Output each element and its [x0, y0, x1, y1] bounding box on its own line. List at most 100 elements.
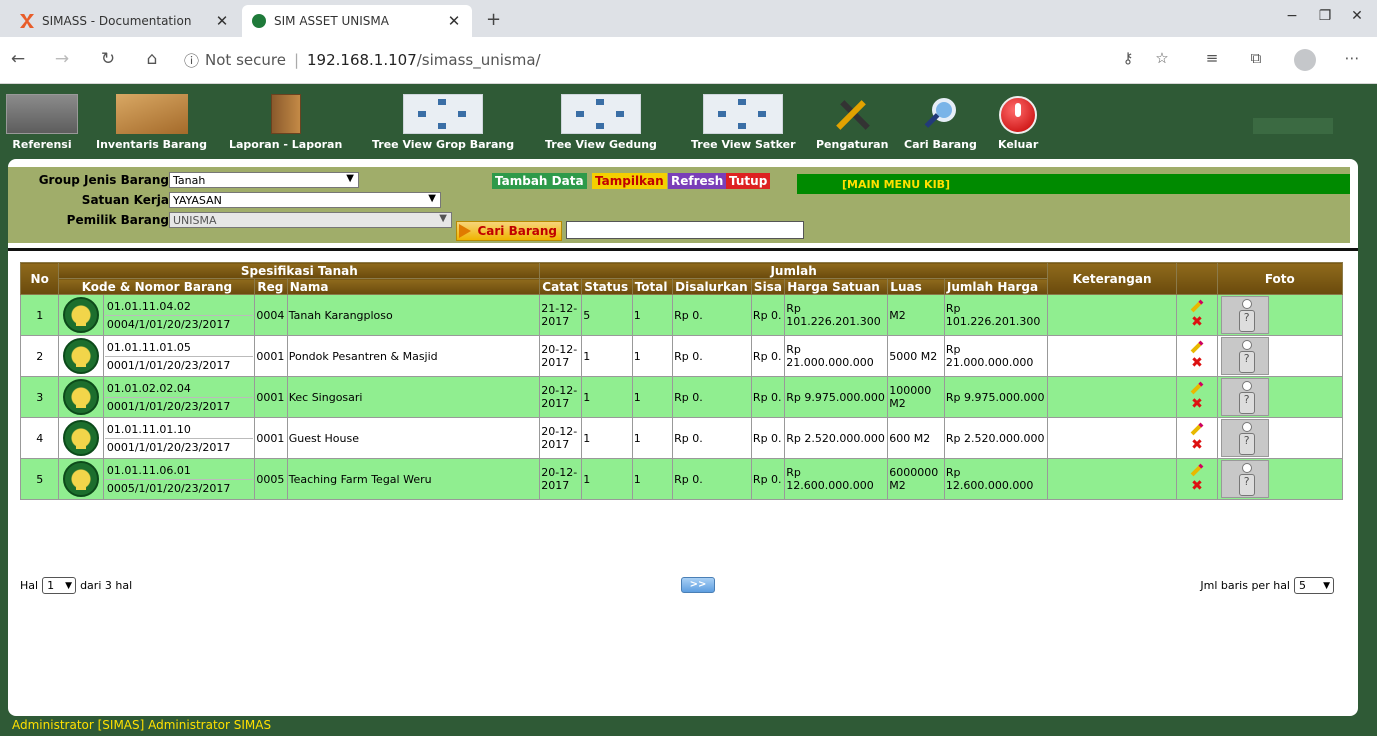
cell-nama: Guest House: [286, 417, 541, 459]
cell-nama: Pondok Pesantren & Masjid: [286, 335, 541, 377]
group-jenis-select[interactable]: Tanah ▼: [169, 172, 359, 188]
photo-placeholder-icon[interactable]: [1220, 296, 1269, 334]
col-disalurkan: Disalurkan: [672, 278, 752, 295]
collections-icon[interactable]: ⧉: [1244, 49, 1268, 67]
photo-placeholder-icon[interactable]: [1220, 337, 1269, 375]
cell-disalurkan: Rp 0.: [672, 294, 752, 336]
photo-placeholder-icon[interactable]: [1220, 460, 1269, 498]
cell-status: 1: [581, 335, 633, 377]
cari-barang-button[interactable]: Cari Barang: [456, 221, 562, 241]
photo-placeholder-icon[interactable]: [1220, 378, 1269, 416]
menu-label: Laporan - Laporan: [229, 138, 343, 151]
cell-keterangan: [1046, 376, 1178, 418]
search-input[interactable]: [566, 221, 804, 239]
menu-inventaris-barang[interactable]: Inventaris Barang: [96, 94, 207, 151]
edit-pencil-icon[interactable]: [1190, 299, 1204, 312]
menu-cari-barang[interactable]: Cari Barang: [904, 94, 977, 151]
forward-icon[interactable]: →: [50, 49, 74, 69]
menu-keluar[interactable]: Keluar: [998, 94, 1038, 151]
menu-referensi[interactable]: Referensi: [6, 94, 78, 151]
cell-sisa: Rp 0.: [750, 376, 786, 418]
per-page-select[interactable]: 5 ▼: [1294, 577, 1334, 594]
cell-no: 4: [19, 417, 60, 459]
satuan-kerja-select[interactable]: YAYASAN ▼: [169, 192, 441, 208]
cell-harga-satuan: Rp 12.600.000.000: [784, 458, 889, 500]
page-select[interactable]: 1 ▼: [42, 577, 77, 594]
delete-x-icon[interactable]: ✖: [1178, 315, 1215, 329]
info-icon: ⓘ: [184, 51, 200, 70]
photo-placeholder-icon[interactable]: [1220, 419, 1269, 457]
browser-tab-simass-docs[interactable]: SIMASS - Documentation ✕: [10, 5, 240, 37]
close-tab-icon[interactable]: ✕: [446, 12, 462, 30]
cell-disalurkan: Rp 0.: [672, 335, 752, 377]
delete-x-icon[interactable]: ✖: [1178, 397, 1215, 411]
menu-pengaturan[interactable]: Pengaturan: [816, 94, 888, 151]
cell-actions: ✖: [1176, 417, 1218, 459]
pemilik-barang-select[interactable]: UNISMA ▼: [169, 212, 452, 228]
app-frame: Referensi Inventaris Barang Laporan - La…: [0, 84, 1377, 736]
asset-table: No Spesifikasi Tanah Jumlah Keterangan F…: [19, 262, 1344, 500]
tutup-button[interactable]: Tutup: [726, 173, 771, 189]
tab-title: SIMASS - Documentation: [42, 14, 192, 28]
back-icon[interactable]: ←: [6, 49, 30, 69]
tambah-data-button[interactable]: Tambah Data: [492, 173, 587, 189]
satuan-kerja-label: Satuan Kerja: [81, 193, 169, 207]
favorites-list-icon[interactable]: ≡: [1200, 49, 1224, 67]
menu-tree-view-satker[interactable]: Tree View Satker: [691, 94, 796, 151]
favorite-star-icon[interactable]: ☆: [1150, 49, 1174, 67]
cell-actions: ✖: [1176, 458, 1218, 500]
window-close-button[interactable]: ✕: [1337, 8, 1377, 24]
nomor-barang: 0004/1/01/20/23/2017: [106, 317, 231, 331]
cell-actions: ✖: [1176, 294, 1218, 336]
menu-laporan[interactable]: Laporan - Laporan: [229, 94, 342, 151]
col-status: Status: [581, 278, 633, 295]
close-tab-icon[interactable]: ✕: [214, 12, 230, 30]
nomor-barang: 0001/1/01/20/23/2017: [106, 440, 231, 454]
cell-harga-satuan: Rp 21.000.000.000: [784, 335, 889, 377]
cell-logo: [58, 294, 104, 336]
cell-harga-satuan: Rp 9.975.000.000: [784, 376, 889, 418]
cell-keterangan: [1046, 417, 1178, 459]
home-icon[interactable]: ⌂: [140, 49, 164, 69]
more-menu-icon[interactable]: ⋯: [1340, 49, 1364, 67]
col-sisa: Sisa: [750, 278, 786, 295]
refresh-button[interactable]: Refresh: [668, 173, 727, 189]
kode-barang: 01.01.11.06.01: [104, 462, 254, 480]
reload-icon[interactable]: ↻: [96, 49, 120, 69]
status-bar: Administrator [SIMAS] Administrator SIMA…: [12, 718, 272, 732]
chevron-down-icon: ▼: [346, 173, 354, 184]
simass-favicon-icon: [20, 14, 34, 28]
edit-pencil-icon[interactable]: [1190, 340, 1204, 353]
cell-harga-satuan: Rp 101.226.201.300: [784, 294, 889, 336]
delete-x-icon[interactable]: ✖: [1178, 479, 1215, 493]
edit-pencil-icon[interactable]: [1190, 381, 1204, 394]
kode-barang: 01.01.11.04.02: [104, 298, 254, 316]
tampilkan-button[interactable]: Tampilkan: [592, 173, 667, 189]
cabinet-icon: [270, 94, 301, 134]
delete-x-icon[interactable]: ✖: [1178, 438, 1215, 452]
url-field[interactable]: ⓘ Not secure | 192.168.1.107 /simass_uni…: [184, 47, 541, 73]
cell-status: 5: [581, 294, 633, 336]
tree-diagram-icon: [560, 94, 641, 134]
url-host: 192.168.1.107: [307, 51, 417, 69]
chevron-down-icon: ▼: [428, 193, 436, 204]
browser-tab-sim-asset[interactable]: SIM ASSET UNISMA ✕: [242, 5, 472, 37]
edit-pencil-icon[interactable]: [1190, 422, 1204, 435]
chevron-down-icon: ▼: [1323, 580, 1330, 591]
kode-barang: 01.01.02.02.04: [104, 380, 254, 398]
next-page-button[interactable]: >>: [681, 577, 715, 593]
cell-actions: ✖: [1176, 376, 1218, 418]
delete-x-icon[interactable]: ✖: [1178, 356, 1215, 370]
cell-logo: [58, 335, 104, 377]
cell-disalurkan: Rp 0.: [672, 458, 752, 500]
menu-tree-view-gedung[interactable]: Tree View Gedung: [545, 94, 657, 151]
edit-pencil-icon[interactable]: [1190, 463, 1204, 476]
cell-no: 5: [19, 458, 60, 500]
menu-tree-view-grop-barang[interactable]: Tree View Grop Barang: [372, 94, 514, 151]
new-tab-button[interactable]: +: [486, 9, 501, 30]
col-keterangan: Keterangan: [1046, 262, 1178, 295]
profile-avatar[interactable]: [1294, 49, 1316, 71]
chevron-down-icon: ▼: [65, 580, 73, 591]
key-icon[interactable]: ⚷: [1116, 49, 1140, 67]
cell-no: 3: [19, 376, 60, 418]
